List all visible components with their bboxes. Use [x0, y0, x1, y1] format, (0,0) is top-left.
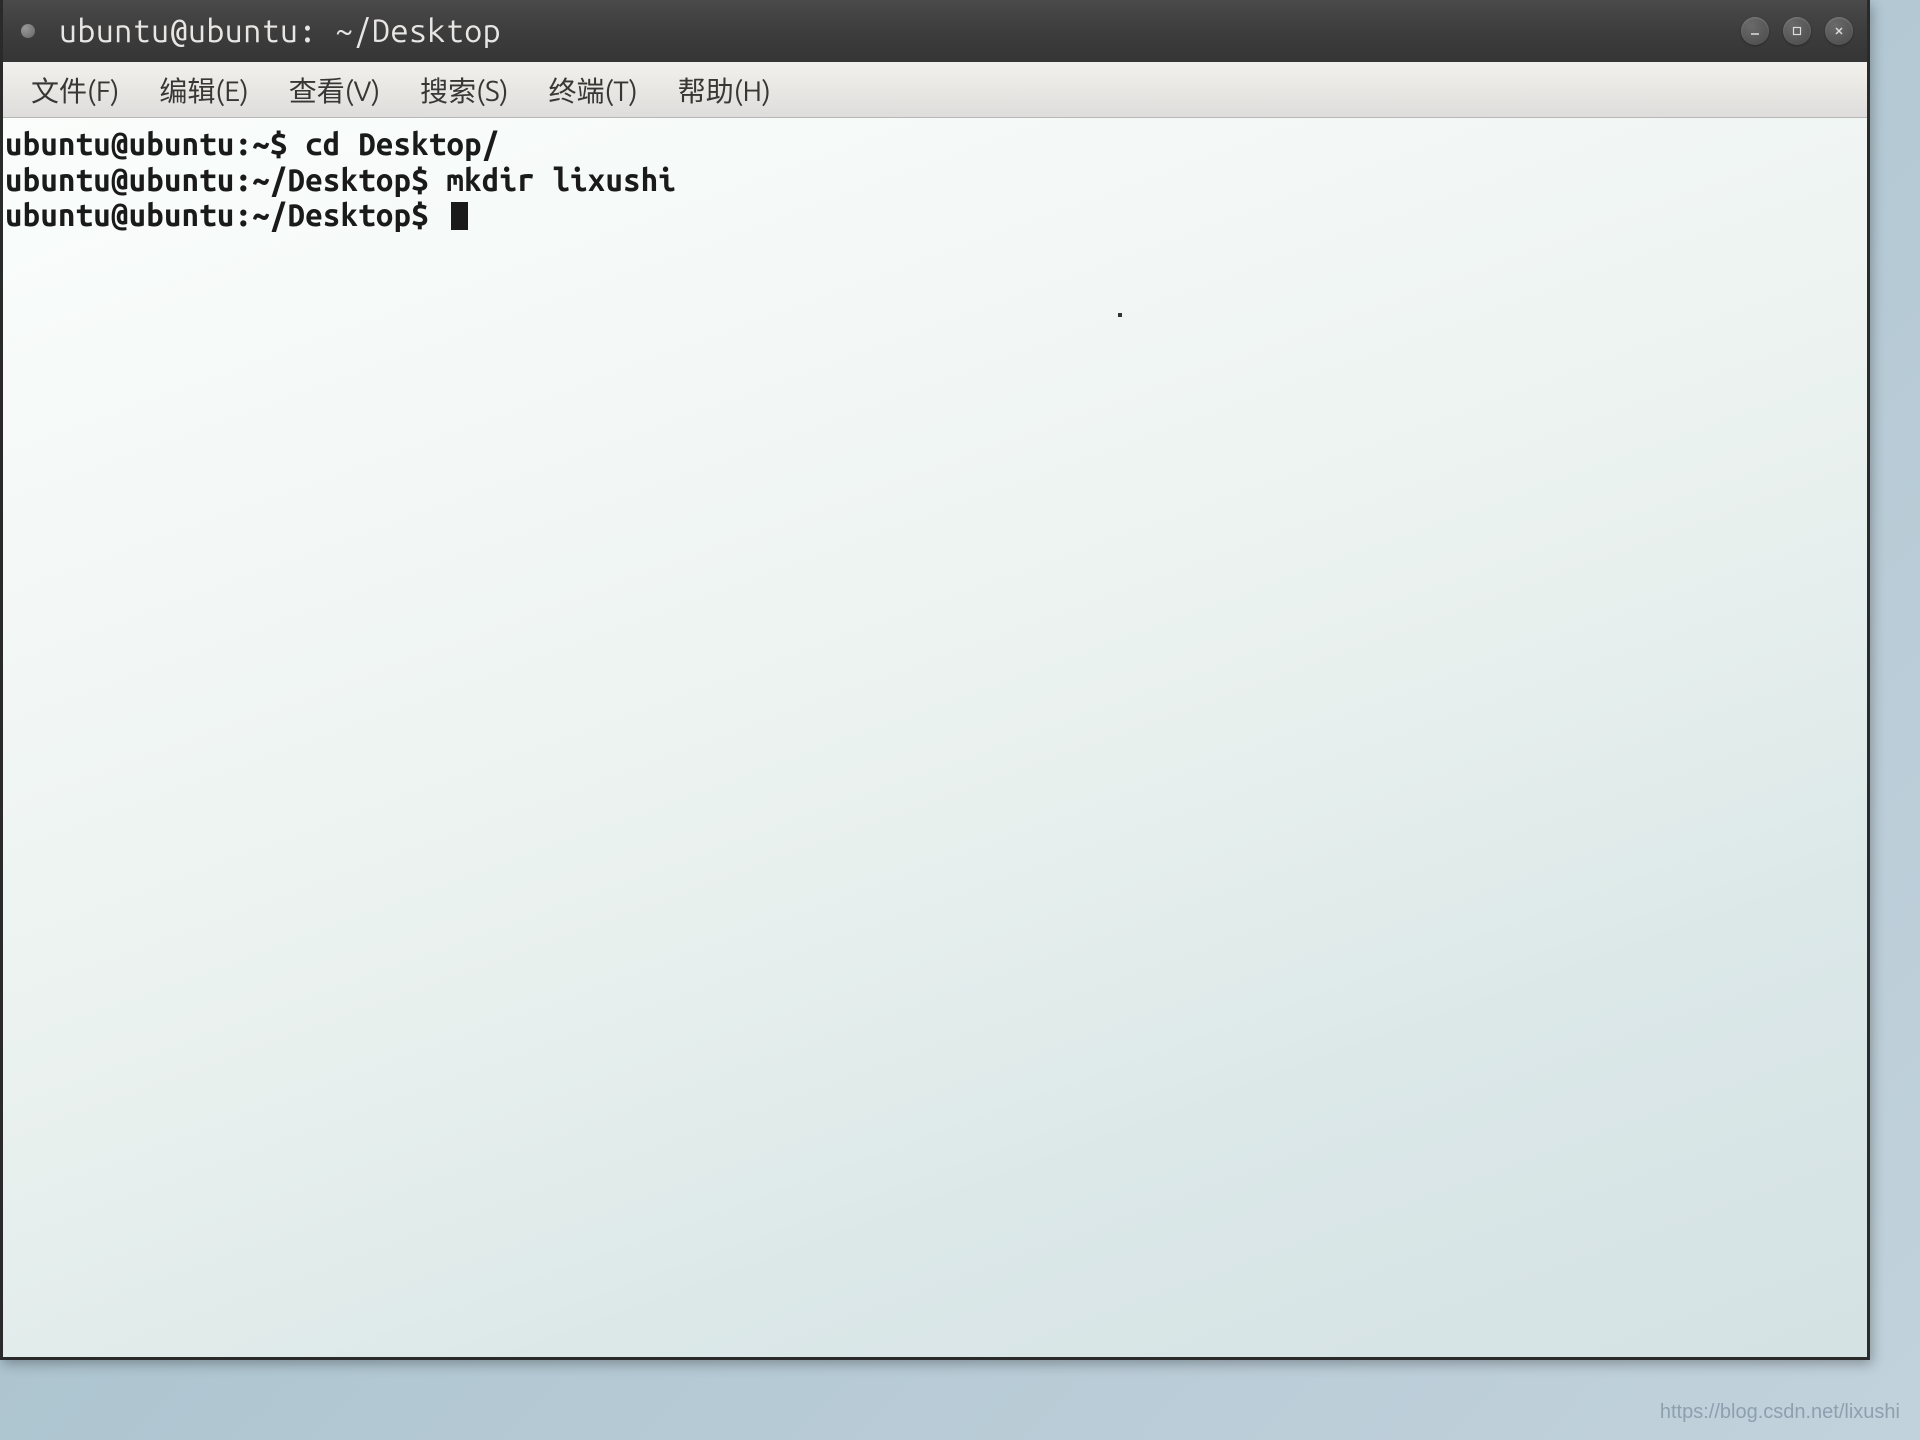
close-icon — [1833, 25, 1845, 37]
minimize-button[interactable] — [1741, 17, 1769, 45]
window-title: ubuntu@ubuntu: ~/Desktop — [59, 13, 501, 49]
menu-view[interactable]: 查看(V) — [269, 64, 400, 116]
menu-search[interactable]: 搜索(S) — [400, 64, 528, 116]
title-bar[interactable]: ubuntu@ubuntu: ~/Desktop — [3, 0, 1867, 62]
screen-artifact — [1118, 313, 1122, 317]
cursor-icon — [451, 202, 468, 230]
close-button[interactable] — [1825, 17, 1853, 45]
terminal-body[interactable]: ubuntu@ubuntu:~$ cd Desktop/ ubuntu@ubun… — [3, 118, 1867, 1357]
terminal-prompt-line: ubuntu@ubuntu:~/Desktop$ — [3, 197, 1867, 233]
minimize-icon — [1749, 25, 1761, 37]
app-indicator-icon — [21, 24, 35, 38]
window-controls — [1741, 17, 1853, 45]
terminal-line: ubuntu@ubuntu:~$ cd Desktop/ — [3, 126, 1867, 162]
terminal-prompt: ubuntu@ubuntu:~/Desktop$ — [5, 197, 447, 232]
menu-terminal[interactable]: 终端(T) — [528, 64, 657, 116]
menu-bar: 文件(F) 编辑(E) 查看(V) 搜索(S) 终端(T) 帮助(H) — [3, 62, 1867, 118]
maximize-icon — [1791, 25, 1803, 37]
watermark-text: https://blog.csdn.net/lixushi — [1660, 1401, 1900, 1424]
maximize-button[interactable] — [1783, 17, 1811, 45]
terminal-window: ubuntu@ubuntu: ~/Desktop 文件(F) 编辑(E) 查看(… — [0, 0, 1870, 1360]
menu-edit[interactable]: 编辑(E) — [139, 64, 268, 116]
menu-file[interactable]: 文件(F) — [11, 64, 139, 116]
terminal-line: ubuntu@ubuntu:~/Desktop$ mkdir lixushi — [3, 162, 1867, 198]
menu-help[interactable]: 帮助(H) — [658, 64, 791, 116]
